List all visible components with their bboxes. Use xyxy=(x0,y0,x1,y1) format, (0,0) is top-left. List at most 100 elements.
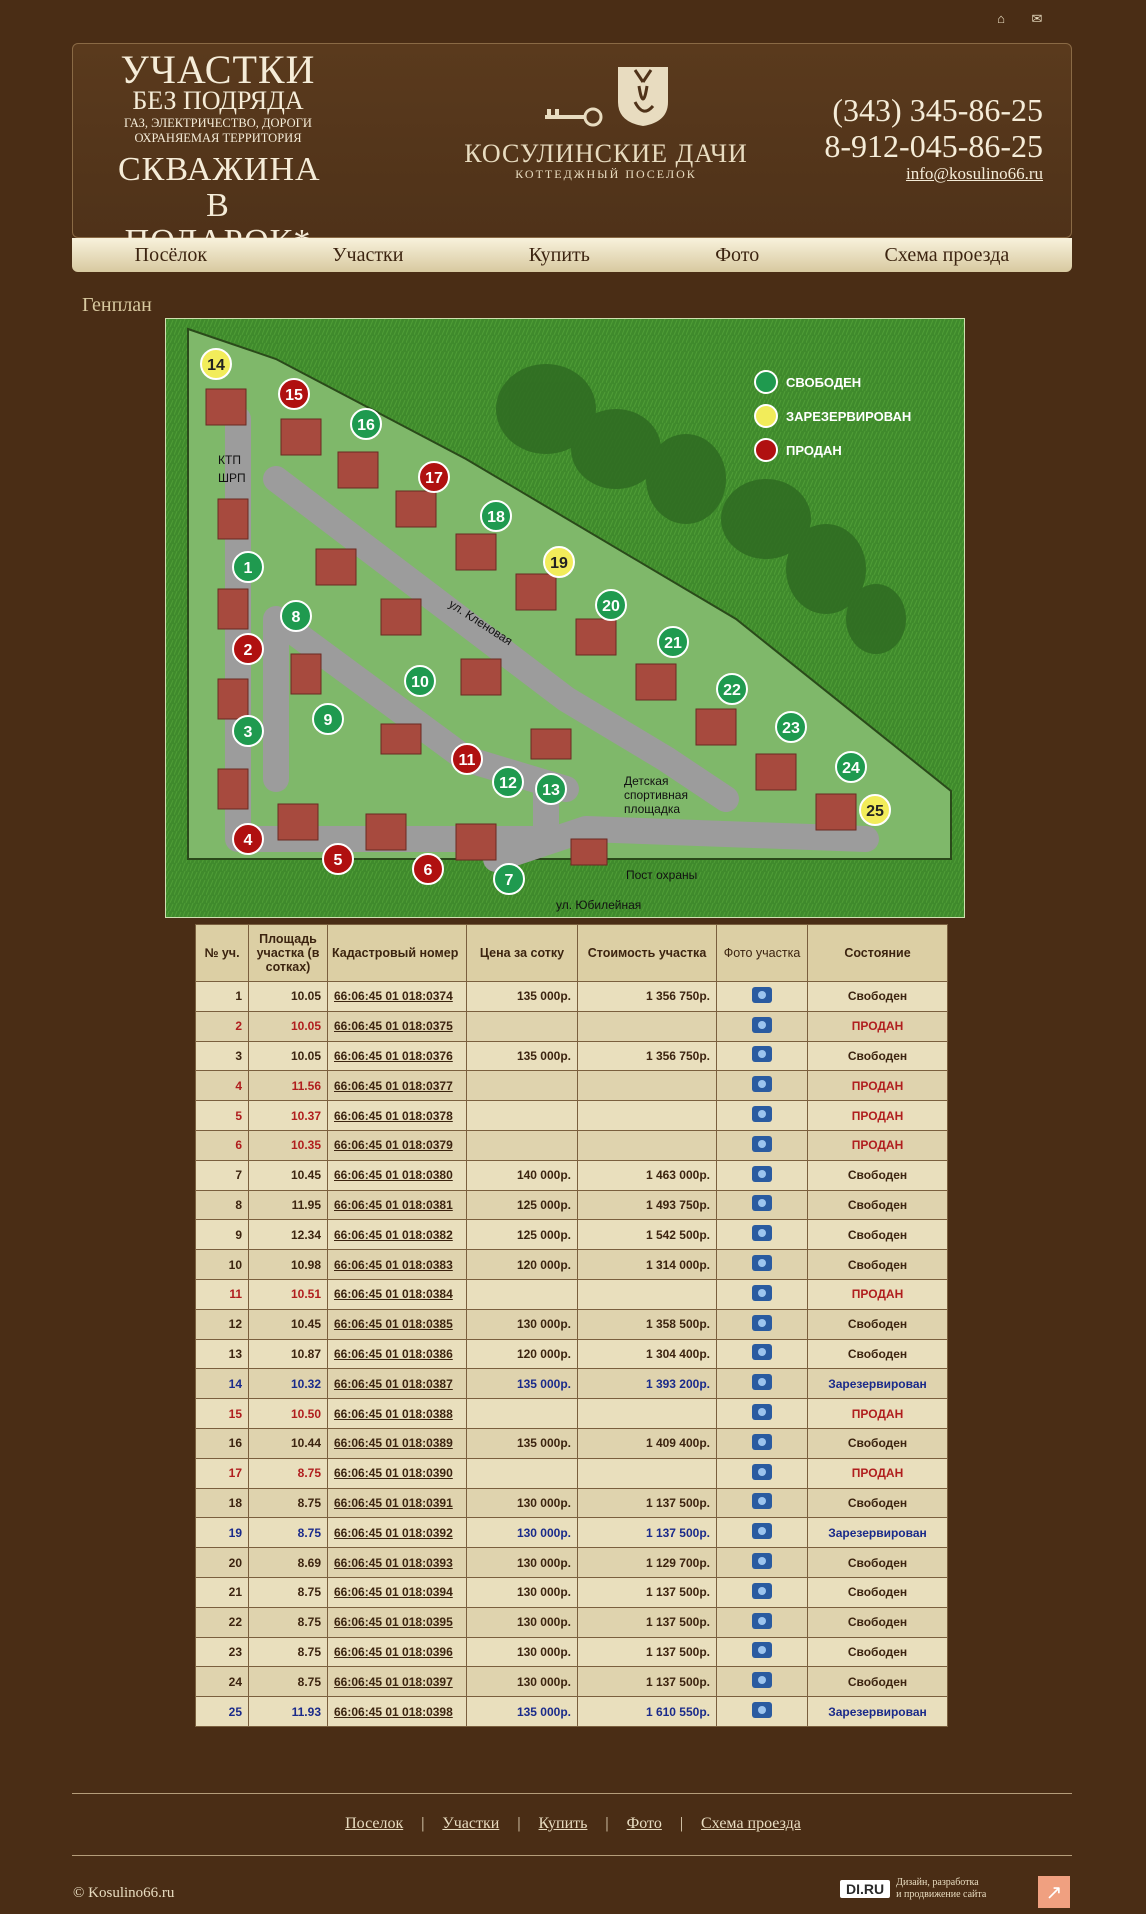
plot-cadastral-link[interactable]: 66:06:45 01 018:0376 xyxy=(327,1040,467,1072)
camera-icon[interactable] xyxy=(752,1523,772,1540)
camera-icon[interactable] xyxy=(752,1165,772,1182)
plot-cadastral-link[interactable]: 66:06:45 01 018:0387 xyxy=(327,1368,467,1400)
plot-number: 16 xyxy=(195,1427,249,1459)
footer-divider-bottom xyxy=(72,1855,1072,1856)
plot-cadastral-link[interactable]: 66:06:45 01 018:0386 xyxy=(327,1338,467,1370)
plot-area: 8.69 xyxy=(248,1547,328,1578)
nav-village[interactable]: Посёлок xyxy=(135,244,207,267)
plot-cadastral-link[interactable]: 66:06:45 01 018:0393 xyxy=(327,1547,467,1578)
footer-nav-village[interactable]: Поселок xyxy=(327,1815,421,1833)
camera-icon[interactable] xyxy=(752,1553,772,1570)
contacts: (343) 345-86-25 8-912-045-86-25 info@kos… xyxy=(824,92,1043,184)
plot-cadastral-link[interactable]: 66:06:45 01 018:0396 xyxy=(327,1636,467,1668)
plot-cadastral-link[interactable]: 66:06:45 01 018:0394 xyxy=(327,1576,467,1608)
camera-icon[interactable] xyxy=(752,1344,772,1361)
plot-cadastral-link[interactable]: 66:06:45 01 018:0380 xyxy=(327,1159,467,1191)
camera-icon[interactable] xyxy=(752,1314,772,1331)
camera-icon[interactable] xyxy=(752,1374,772,1391)
email-link[interactable]: info@kosulino66.ru xyxy=(906,164,1043,183)
nav-buy[interactable]: Купить xyxy=(529,244,590,267)
header-number: № уч. xyxy=(195,924,249,982)
camera-icon[interactable] xyxy=(752,1225,772,1242)
plot-cadastral-link[interactable]: 66:06:45 01 018:0388 xyxy=(327,1398,467,1429)
camera-icon[interactable] xyxy=(752,1255,772,1272)
plot-status: ПРОДАН xyxy=(807,1010,948,1042)
scroll-top-arrow-icon[interactable]: ↗ xyxy=(1038,1876,1070,1908)
plot-number: 5 xyxy=(195,1100,249,1131)
camera-icon[interactable] xyxy=(752,986,772,1003)
camera-icon[interactable] xyxy=(752,1016,772,1033)
plot-price-per-sotka: 120 000р. xyxy=(466,1338,578,1370)
camera-icon[interactable] xyxy=(752,1106,772,1123)
header-price-per-sotka: Цена за сотку xyxy=(466,924,578,982)
footer-nav-photo[interactable]: Фото xyxy=(609,1815,680,1833)
plot-price-per-sotka: 130 000р. xyxy=(466,1517,578,1549)
plot-marker-number: 7 xyxy=(505,872,514,889)
camera-icon[interactable] xyxy=(752,1642,772,1659)
plot-area: 10.05 xyxy=(248,1010,328,1042)
camera-icon[interactable] xyxy=(752,1702,772,1719)
plot-cadastral-link[interactable]: 66:06:45 01 018:0375 xyxy=(327,1010,467,1042)
plot-cadastral-link[interactable]: 66:06:45 01 018:0383 xyxy=(327,1249,467,1280)
plot-cadastral-link[interactable]: 66:06:45 01 018:0398 xyxy=(327,1696,467,1727)
logo[interactable]: КОСУЛИНСКИЕ ДАЧИ КОТТЕДЖНЫЙ ПОСЕЛОК xyxy=(456,62,756,182)
camera-icon[interactable] xyxy=(752,1076,772,1093)
camera-icon[interactable] xyxy=(752,1046,772,1063)
camera-icon[interactable] xyxy=(752,1135,772,1152)
plot-photo xyxy=(716,1100,808,1131)
camera-icon[interactable] xyxy=(752,1672,772,1689)
label-shrp: ШРП xyxy=(218,471,246,485)
nav-photo[interactable]: Фото xyxy=(715,244,759,267)
plot-marker-number: 5 xyxy=(334,852,343,869)
footer-nav-buy[interactable]: Купить xyxy=(521,1815,606,1833)
plot-cadastral-link[interactable]: 66:06:45 01 018:0385 xyxy=(327,1308,467,1340)
plot-cadastral-link[interactable]: 66:06:45 01 018:0384 xyxy=(327,1278,467,1310)
label-playground-2: спортивная xyxy=(624,788,688,802)
camera-icon[interactable] xyxy=(752,1404,772,1421)
plot-cadastral-link[interactable]: 66:06:45 01 018:0379 xyxy=(327,1129,467,1161)
camera-icon[interactable] xyxy=(752,1612,772,1629)
plot-cadastral-link[interactable]: 66:06:45 01 018:0377 xyxy=(327,1070,467,1102)
plot-price-per-sotka: 135 000р. xyxy=(466,1368,578,1400)
table-row: 23 8.75 66:06:45 01 018:0396 130 000р. 1 137… xyxy=(195,1636,948,1668)
plot-total-price: 1 610 550р. xyxy=(577,1696,717,1727)
plot-photo xyxy=(716,1666,808,1698)
plot-cadastral-link[interactable]: 66:06:45 01 018:0390 xyxy=(327,1457,467,1489)
copyright: © Kosulino66.ru xyxy=(73,1885,175,1901)
footer-nav-plots[interactable]: Участки xyxy=(424,1815,517,1833)
developer-text-1: Дизайн, разработка xyxy=(896,1877,979,1888)
plot-cadastral-link[interactable]: 66:06:45 01 018:0389 xyxy=(327,1427,467,1459)
camera-icon[interactable] xyxy=(752,1195,772,1212)
nav-directions[interactable]: Схема проезда xyxy=(885,244,1010,267)
plot-cadastral-link[interactable]: 66:06:45 01 018:0378 xyxy=(327,1100,467,1131)
plot-number: 4 xyxy=(195,1070,249,1102)
camera-icon[interactable] xyxy=(752,1463,772,1480)
plot-cadastral-link[interactable]: 66:06:45 01 018:0392 xyxy=(327,1517,467,1549)
plot-area: 8.75 xyxy=(248,1636,328,1668)
home-icon[interactable]: ⌂ xyxy=(992,11,1010,26)
plot-cadastral-link[interactable]: 66:06:45 01 018:0395 xyxy=(327,1606,467,1638)
plot-cadastral-link[interactable]: 66:06:45 01 018:0374 xyxy=(327,981,467,1012)
camera-icon[interactable] xyxy=(752,1493,772,1510)
table-row: 20 8.69 66:06:45 01 018:0393 130 000р. 1 129… xyxy=(195,1547,948,1578)
plot-total-price: 1 137 500р. xyxy=(577,1487,717,1519)
camera-icon[interactable] xyxy=(752,1582,772,1599)
plot-cadastral-link[interactable]: 66:06:45 01 018:0381 xyxy=(327,1189,467,1221)
plot-cadastral-link[interactable]: 66:06:45 01 018:0382 xyxy=(327,1219,467,1251)
footer-nav-directions[interactable]: Схема проезда xyxy=(683,1815,819,1833)
table-row: 3 10.05 66:06:45 01 018:0376 135 000р. 1 356… xyxy=(195,1040,948,1072)
plot-price-per-sotka: 135 000р. xyxy=(466,1040,578,1072)
plot-marker-number: 4 xyxy=(244,832,253,849)
camera-icon[interactable] xyxy=(752,1284,772,1301)
plot-cadastral-link[interactable]: 66:06:45 01 018:0391 xyxy=(327,1487,467,1519)
mail-icon[interactable]: ✉ xyxy=(1028,11,1046,26)
developer-credit[interactable]: DI.RU Дизайн, разработка и продвижение с… xyxy=(840,1877,986,1901)
plot-price-per-sotka: 130 000р. xyxy=(466,1576,578,1608)
plot-cadastral-link[interactable]: 66:06:45 01 018:0397 xyxy=(327,1666,467,1698)
plot-total-price: 1 314 000р. xyxy=(577,1249,717,1280)
camera-icon[interactable] xyxy=(752,1433,772,1450)
table-row: 8 11.95 66:06:45 01 018:0381 125 000р. 1 493… xyxy=(195,1189,948,1221)
plot-area: 10.35 xyxy=(248,1129,328,1161)
nav-plots[interactable]: Участки xyxy=(332,244,403,267)
plot-photo xyxy=(716,1129,808,1161)
